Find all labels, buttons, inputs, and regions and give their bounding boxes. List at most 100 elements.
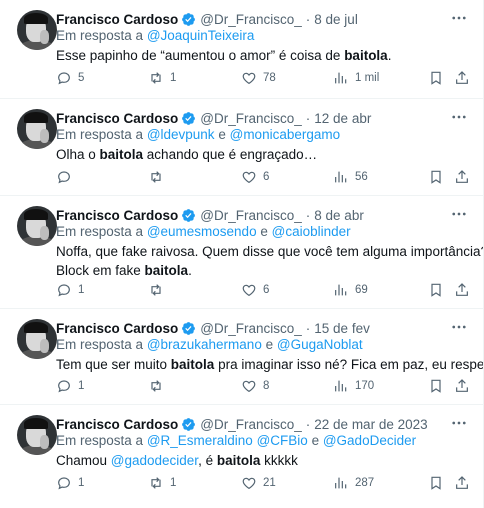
reply-count: 1 bbox=[78, 477, 85, 489]
author-name[interactable]: Francisco Cardoso bbox=[56, 208, 178, 223]
text-segment: . bbox=[188, 263, 192, 278]
text-segment: achando que é engraçado… bbox=[143, 147, 318, 162]
author-name[interactable]: Francisco Cardoso bbox=[56, 417, 178, 432]
share-icon[interactable] bbox=[454, 475, 470, 491]
avatar[interactable] bbox=[17, 319, 57, 359]
bookmark-icon[interactable] bbox=[428, 378, 444, 394]
tweet[interactable]: Francisco Cardoso @Dr_Francisco_ · 22 de… bbox=[0, 405, 483, 508]
author-name[interactable]: Francisco Cardoso bbox=[56, 12, 178, 27]
tweet-text: Noffa, que fake raivosa. Quem disse que … bbox=[56, 242, 483, 280]
text-segment: . bbox=[387, 48, 392, 63]
retweet-button[interactable] bbox=[148, 167, 170, 187]
reply-mention[interactable]: @caioblinder bbox=[272, 224, 351, 239]
more-options-icon[interactable] bbox=[450, 318, 468, 336]
text-line: Block em fake baitola. bbox=[56, 261, 483, 280]
like-button[interactable]: 8 bbox=[241, 376, 269, 396]
tweet[interactable]: Francisco Cardoso @Dr_Francisco_ · 12 de… bbox=[0, 99, 483, 196]
tweet-date[interactable]: 8 de abr bbox=[314, 208, 364, 223]
reply-mention[interactable]: @R_Esmeraldino bbox=[147, 433, 253, 448]
views-button[interactable]: 56 bbox=[333, 167, 368, 187]
views-button[interactable]: 287 bbox=[333, 473, 374, 493]
retweet-button[interactable]: 1 bbox=[148, 473, 176, 493]
reply-button[interactable] bbox=[56, 167, 78, 187]
tweet[interactable]: Francisco Cardoso @Dr_Francisco_ · 8 de … bbox=[0, 196, 483, 309]
heart-icon bbox=[242, 284, 256, 297]
bookmark-icon[interactable] bbox=[428, 70, 444, 86]
tweet-date[interactable]: 8 de jul bbox=[314, 12, 358, 27]
retweet-button[interactable] bbox=[148, 376, 170, 396]
avatar[interactable] bbox=[17, 206, 57, 246]
like-button[interactable]: 6 bbox=[241, 280, 269, 300]
highlighted-word: baitola bbox=[144, 263, 189, 278]
share-icon[interactable] bbox=[454, 169, 470, 185]
bookmark-icon[interactable] bbox=[428, 475, 444, 491]
reply-button[interactable]: 1 bbox=[56, 376, 84, 396]
tweet[interactable]: Francisco Cardoso @Dr_Francisco_ · 15 de… bbox=[0, 309, 483, 405]
reply-mention[interactable]: @CFBio bbox=[257, 433, 308, 448]
reply-context: Em resposta a @brazukahermano e @GugaNob… bbox=[56, 337, 363, 352]
share-icon[interactable] bbox=[454, 378, 470, 394]
author-handle[interactable]: @Dr_Francisco_ bbox=[200, 417, 301, 432]
more-options-icon[interactable] bbox=[450, 108, 468, 126]
like-button[interactable]: 78 bbox=[241, 68, 276, 88]
highlighted-word: baitola bbox=[344, 48, 388, 63]
views-button[interactable]: 170 bbox=[333, 376, 374, 396]
reply-mention[interactable]: @GugaNoblat bbox=[277, 337, 363, 352]
tweet-actions: 5 1 78 1 mil bbox=[56, 68, 468, 88]
reply-icon bbox=[58, 284, 70, 297]
retweet-count: 1 bbox=[170, 72, 177, 84]
bookmark-icon[interactable] bbox=[428, 282, 444, 298]
highlighted-word: baitola bbox=[99, 147, 144, 162]
tweet-header: Francisco Cardoso @Dr_Francisco_ · 22 de… bbox=[56, 415, 472, 433]
reply-mention[interactable]: @brazukahermano bbox=[147, 337, 262, 352]
author-name[interactable]: Francisco Cardoso bbox=[56, 321, 178, 336]
author-handle[interactable]: @Dr_Francisco_ bbox=[200, 111, 301, 126]
bookmark-icon[interactable] bbox=[428, 169, 444, 185]
inline-mention[interactable]: @gadodecider bbox=[111, 453, 198, 468]
more-options-icon[interactable] bbox=[450, 414, 468, 432]
share-icon[interactable] bbox=[454, 282, 470, 298]
reply-count: 1 bbox=[78, 380, 85, 392]
reply-mention[interactable]: @monicabergamo bbox=[230, 127, 341, 142]
author-handle[interactable]: @Dr_Francisco_ bbox=[200, 321, 301, 336]
reply-joiner: e bbox=[260, 224, 268, 239]
author-handle[interactable]: @Dr_Francisco_ bbox=[200, 12, 301, 27]
reply-joiner: e bbox=[218, 127, 226, 142]
retweet-button[interactable] bbox=[148, 280, 170, 300]
views-button[interactable]: 69 bbox=[333, 280, 368, 300]
tweet-actions: 6 56 bbox=[56, 167, 468, 187]
verified-badge-icon bbox=[182, 321, 196, 335]
author-name[interactable]: Francisco Cardoso bbox=[56, 111, 178, 126]
like-count: 78 bbox=[263, 72, 276, 84]
reply-mention[interactable]: @ldevpunk bbox=[147, 127, 215, 142]
reply-button[interactable]: 1 bbox=[56, 473, 84, 493]
separator-dot: · bbox=[305, 320, 311, 336]
author-handle[interactable]: @Dr_Francisco_ bbox=[200, 208, 301, 223]
more-options-icon[interactable] bbox=[450, 205, 468, 223]
like-count: 21 bbox=[263, 477, 276, 489]
tweet-date[interactable]: 12 de abr bbox=[314, 111, 371, 126]
reply-mention[interactable]: @eumesmosendo bbox=[147, 224, 257, 239]
reply-mention[interactable]: @GadoDecider bbox=[323, 433, 416, 448]
avatar[interactable] bbox=[17, 415, 57, 455]
reply-button[interactable]: 5 bbox=[56, 68, 84, 88]
separator-dot: · bbox=[305, 416, 311, 432]
like-button[interactable]: 6 bbox=[241, 167, 269, 187]
reply-button[interactable]: 1 bbox=[56, 280, 84, 300]
retweet-button[interactable]: 1 bbox=[148, 68, 176, 88]
tweet-date[interactable]: 15 de fev bbox=[314, 321, 370, 336]
avatar[interactable] bbox=[17, 109, 57, 149]
text-segment: , é bbox=[198, 453, 217, 468]
separator-dot: · bbox=[305, 110, 311, 126]
more-options-icon[interactable] bbox=[450, 9, 468, 27]
tweet[interactable]: Francisco Cardoso @Dr_Francisco_ · 8 de … bbox=[0, 0, 483, 99]
share-icon[interactable] bbox=[454, 70, 470, 86]
avatar[interactable] bbox=[17, 10, 57, 50]
like-button[interactable]: 21 bbox=[241, 473, 276, 493]
views-button[interactable]: 1 mil bbox=[333, 68, 379, 88]
text-segment: kkkkk bbox=[260, 453, 298, 468]
tweet-header: Francisco Cardoso @Dr_Francisco_ · 8 de … bbox=[56, 206, 472, 224]
reply-icon bbox=[58, 477, 70, 490]
tweet-date[interactable]: 22 de mar de 2023 bbox=[314, 417, 427, 432]
reply-mention[interactable]: @JoaquinTeixeira bbox=[147, 28, 255, 43]
